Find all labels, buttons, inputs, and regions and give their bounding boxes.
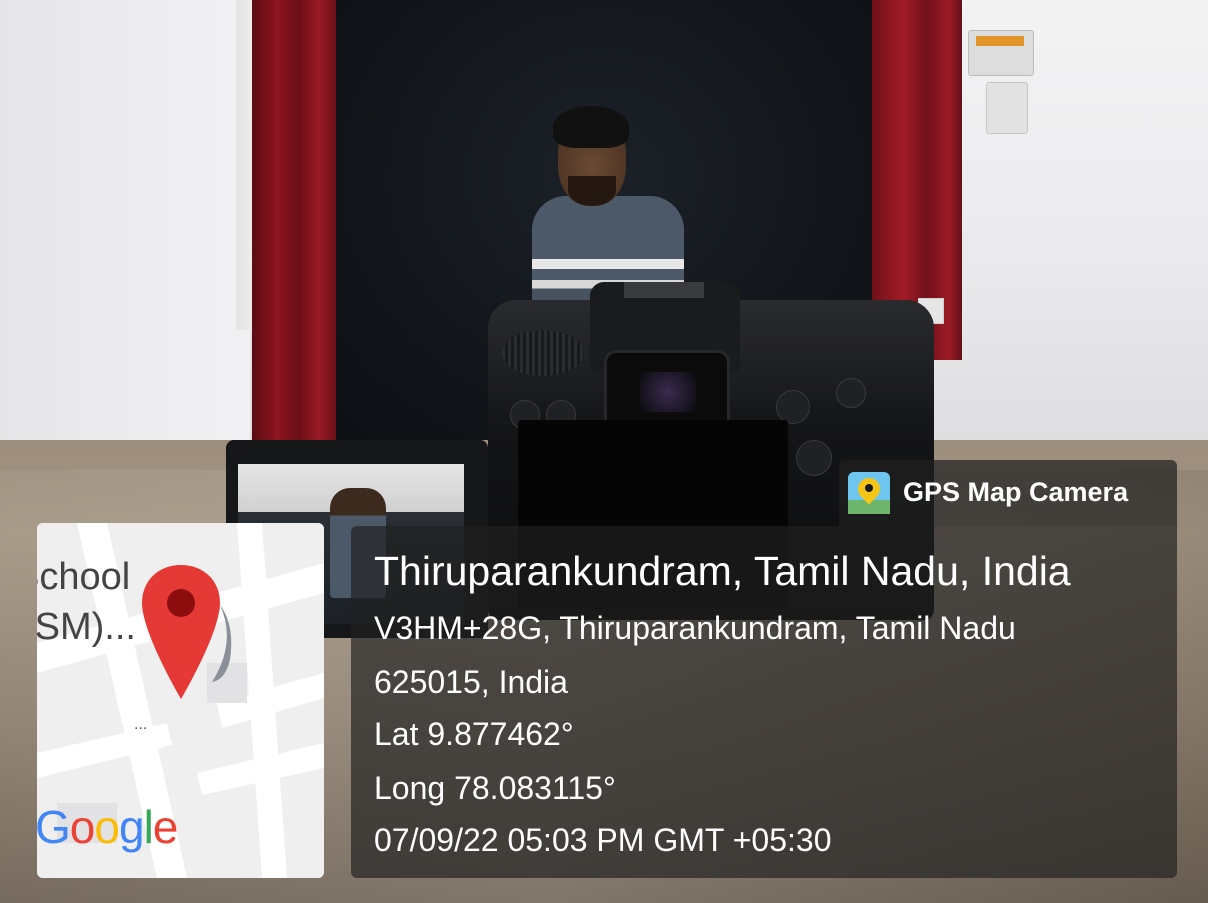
red-curtain-left	[252, 0, 336, 450]
map-label-sm: (SM)...	[22, 606, 136, 648]
wall-switch	[986, 82, 1028, 134]
map-pin-icon	[142, 565, 220, 699]
timestamp: 07/09/22 05:03 PM GMT +05:30	[374, 822, 832, 858]
location-title: Thiruparankundram, Tamil Nadu, India	[374, 548, 1071, 594]
latitude: Lat 9.877462°	[374, 716, 574, 752]
wall-fixture-stripe	[976, 36, 1024, 46]
camera-hotshoe	[624, 282, 704, 298]
camera-start-stop-button	[776, 390, 810, 424]
camera-viewfinder	[640, 372, 696, 412]
person-beard	[568, 176, 616, 206]
person-hair	[553, 106, 629, 148]
camera-joystick	[796, 440, 832, 476]
map-ellipsis: ...	[134, 716, 148, 733]
camera-mode-dial	[502, 330, 584, 376]
longitude: Long 78.083115°	[374, 770, 616, 806]
app-name: GPS Map Camera	[903, 477, 1129, 507]
address-line-1: V3HM+28G, Thiruparankundram, Tamil Nadu	[374, 610, 1016, 646]
wall-left	[0, 0, 250, 470]
address-line-2: 625015, India	[374, 664, 568, 700]
app-icon-pin-dot	[865, 484, 873, 492]
google-logo: Google	[35, 801, 178, 853]
camera-af-on-button	[836, 378, 866, 408]
